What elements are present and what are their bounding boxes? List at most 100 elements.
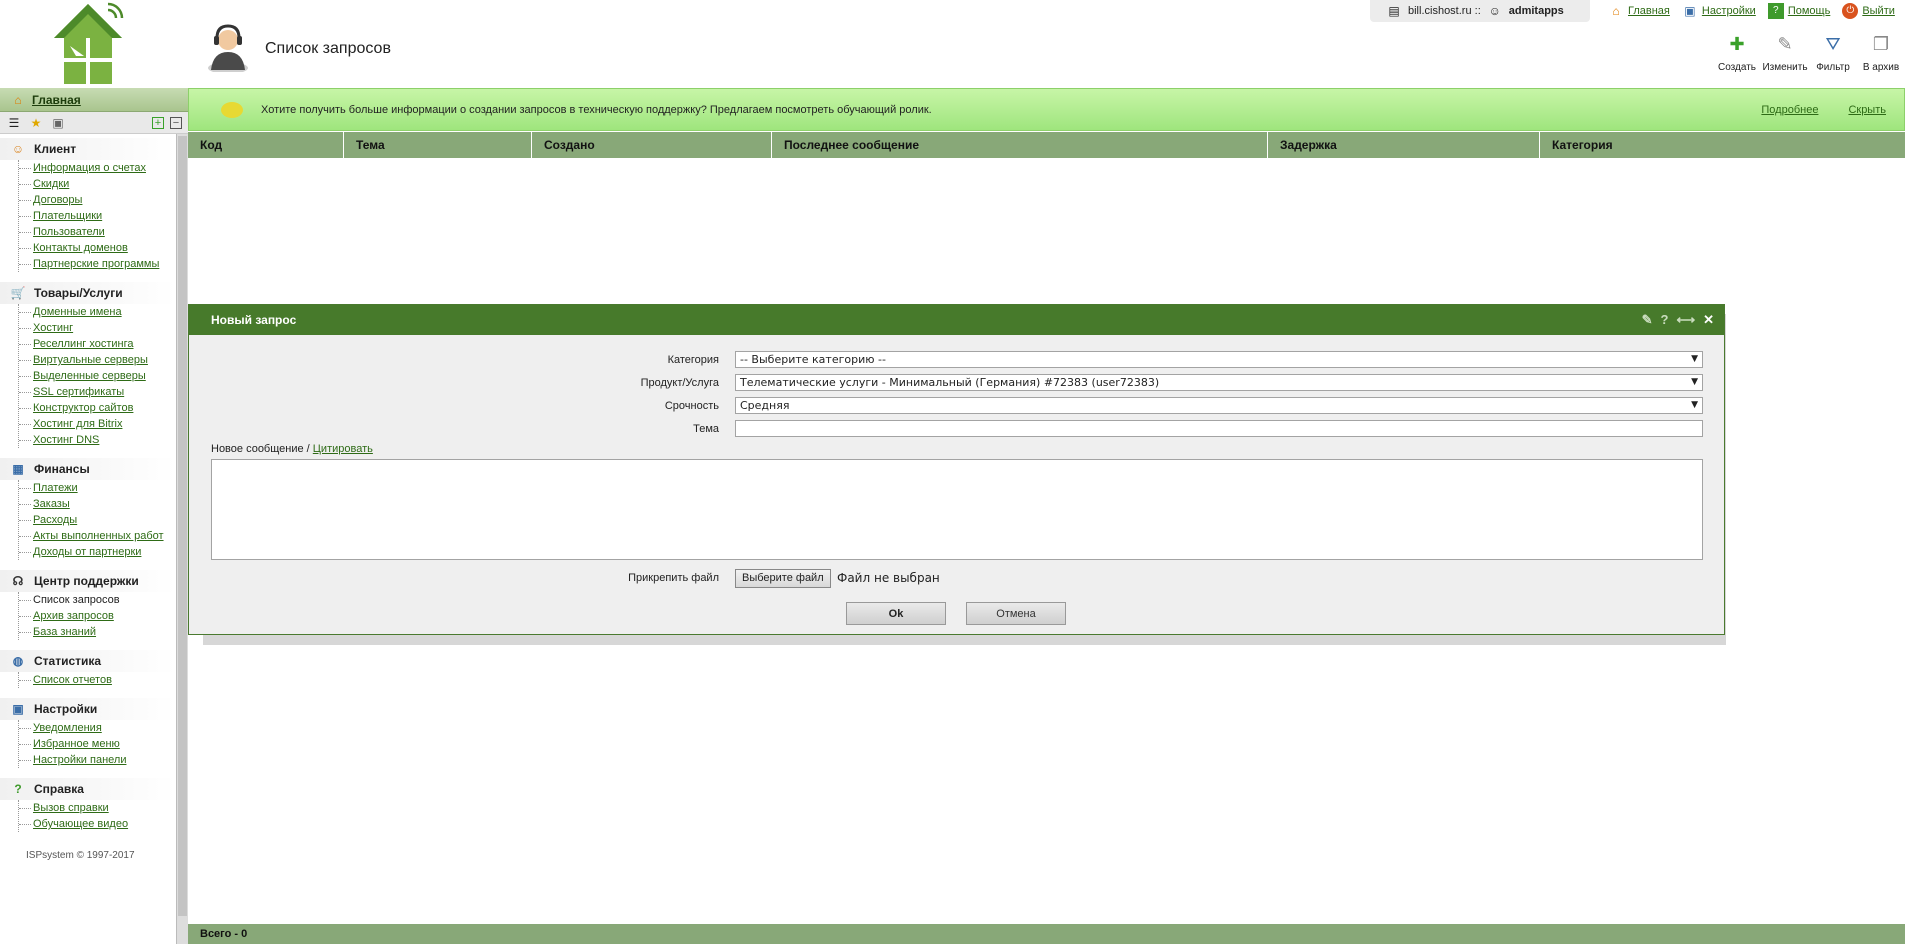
close-icon[interactable]: ✕ <box>1703 312 1714 328</box>
column-subject[interactable]: Тема <box>344 132 532 158</box>
sidebar-item[interactable]: SSL сертификаты <box>19 384 176 400</box>
info-hide-link[interactable]: Скрыть <box>1848 104 1886 116</box>
sidebar-item[interactable]: Скидки <box>19 176 176 192</box>
sidebar-item[interactable]: Реселлинг хостинга <box>19 336 176 352</box>
pin-icon[interactable]: ✎ <box>1642 312 1653 328</box>
quote-link[interactable]: Цитировать <box>313 443 373 455</box>
sidebar: ⌂ Главная ☰ ★ ▣ + − ☺ Клиент Информация о … <box>0 88 188 944</box>
sidebar-home-link[interactable]: Главная <box>32 93 81 107</box>
sidebar-section-header[interactable]: ▣ Настройки <box>0 698 176 720</box>
sidebar-menu: ☺ Клиент Информация о счетах Скидки Договоры… <box>0 138 176 842</box>
filter-button[interactable]: ⛛ Фильтр <box>1809 35 1857 73</box>
sidebar-item[interactable]: Информация о счетах <box>19 160 176 176</box>
collapse-all-icon[interactable]: − <box>170 116 182 129</box>
sidebar-item[interactable]: Плательщики <box>19 208 176 224</box>
sidebar-item[interactable]: Договоры <box>19 192 176 208</box>
column-last-message[interactable]: Последнее сообщение <box>772 132 1268 158</box>
info-bar: Хотите получить больше информации о созд… <box>188 88 1905 131</box>
subject-row: Тема <box>189 420 1724 438</box>
star-icon[interactable]: ★ <box>28 115 44 131</box>
support-operator-icon <box>208 24 248 72</box>
sidebar-item[interactable]: Выделенные серверы <box>19 368 176 384</box>
top-link-logout[interactable]: ⏻ Выйти <box>1842 3 1895 19</box>
category-select[interactable]: -- Выберите категорию -- ▼ <box>735 351 1703 368</box>
urgency-label: Срочность <box>664 400 719 412</box>
sidebar-section-title: Товары/Услуги <box>34 286 123 300</box>
create-button[interactable]: ✚ Создать <box>1713 35 1761 73</box>
column-delay[interactable]: Задержка <box>1268 132 1540 158</box>
sidebar-section: 🛒 Товары/Услуги Доменные имена Хостинг Ресел… <box>0 282 176 448</box>
expand-all-icon[interactable]: + <box>152 116 164 129</box>
briefcase-icon[interactable]: ▣ <box>50 115 66 131</box>
info-message: Хотите получить больше информации о созд… <box>261 103 932 116</box>
sidebar-item[interactable]: Заказы <box>19 496 176 512</box>
toolbar: ✚ Создать ✎ Изменить ⛛ Фильтр ❐ В архив <box>1713 34 1905 73</box>
column-code[interactable]: Код <box>188 132 344 158</box>
sidebar-item[interactable]: Партнерские программы <box>19 256 176 272</box>
sidebar-section-title: Настройки <box>34 702 98 716</box>
home-icon: ⌂ <box>1612 4 1620 18</box>
speech-bubble-icon <box>221 101 243 118</box>
message-label: Новое сообщение / <box>211 443 310 455</box>
scrollbar-thumb[interactable] <box>178 136 187 916</box>
column-created[interactable]: Создано <box>532 132 772 158</box>
edit-button[interactable]: ✎ Изменить <box>1761 34 1809 73</box>
dialog-titlebar[interactable]: Новый запрос ✎ ? ⟷ ✕ <box>189 305 1724 335</box>
sidebar-section-header[interactable]: ☺ Клиент <box>0 138 176 160</box>
sidebar-item[interactable]: Архив запросов <box>19 608 176 624</box>
attach-file-label: Прикрепить файл <box>628 572 719 584</box>
finance-icon: ▦ <box>12 462 24 476</box>
sidebar-item[interactable]: Хостинг <box>19 320 176 336</box>
sidebar-item[interactable]: Контакты доменов <box>19 240 176 256</box>
top-link-help[interactable]: ? Помощь <box>1767 3 1830 19</box>
top-link-home[interactable]: ⌂ Главная <box>1608 3 1670 19</box>
sidebar-item[interactable]: Уведомления <box>19 720 176 736</box>
sidebar-section-header[interactable]: ▦ Финансы <box>0 458 176 480</box>
dialog-title: Новый запрос <box>211 313 297 327</box>
sidebar-item[interactable]: Список отчетов <box>19 672 176 688</box>
sidebar-item[interactable]: Платежи <box>19 480 176 496</box>
sidebar-scrollbar[interactable] <box>176 134 188 944</box>
sidebar-item[interactable]: Список запросов <box>19 592 176 608</box>
sidebar-section-header[interactable]: ◍ Статистика <box>0 650 176 672</box>
page-title: Список запросов <box>265 40 391 57</box>
ok-button[interactable]: Ok <box>846 602 946 625</box>
sidebar-item[interactable]: Хостинг для Bitrix <box>19 416 176 432</box>
sidebar-section-header[interactable]: 🛒 Товары/Услуги <box>0 282 176 304</box>
product-select[interactable]: Телематические услуги - Минимальный (Гер… <box>735 374 1703 391</box>
subject-input[interactable] <box>735 420 1703 437</box>
sidebar-item[interactable]: Настройки панели <box>19 752 176 768</box>
sidebar-items: Вызов справки Обучающее видео <box>18 800 176 832</box>
choose-file-button[interactable]: Выберите файл <box>735 569 831 588</box>
sidebar-home[interactable]: ⌂ Главная <box>0 88 188 112</box>
sidebar-item[interactable]: Конструктор сайтов <box>19 400 176 416</box>
sidebar-item[interactable]: Доходы от партнерки <box>19 544 176 560</box>
archive-button[interactable]: ❐ В архив <box>1857 35 1905 73</box>
sidebar-item[interactable]: Доменные имена <box>19 304 176 320</box>
message-textarea[interactable] <box>211 459 1703 560</box>
sidebar-section: ▦ Финансы Платежи Заказы Расходы Акты выполне… <box>0 458 176 560</box>
sidebar-section-header[interactable]: ☊ Центр поддержки <box>0 570 176 592</box>
sidebar-item[interactable]: Акты выполненных работ <box>19 528 176 544</box>
column-category[interactable]: Категория <box>1540 132 1905 158</box>
sidebar-item[interactable]: Пользователи <box>19 224 176 240</box>
sidebar-item[interactable]: Хостинг DNS <box>19 432 176 448</box>
globe-icon: ◍ <box>12 654 24 668</box>
sidebar-item[interactable]: Виртуальные серверы <box>19 352 176 368</box>
info-more-link[interactable]: Подробнее <box>1761 104 1818 116</box>
sidebar-item[interactable]: Обучающее видео <box>19 816 176 832</box>
subject-label: Тема <box>693 423 719 435</box>
sidebar-item[interactable]: Расходы <box>19 512 176 528</box>
menu-icon[interactable]: ☰ <box>6 115 22 131</box>
help-icon[interactable]: ? <box>1661 312 1669 328</box>
maximize-icon[interactable]: ⟷ <box>1676 312 1695 328</box>
sidebar-item[interactable]: Вызов справки <box>19 800 176 816</box>
urgency-row: Срочность Средняя ▼ <box>189 397 1724 415</box>
top-link-settings[interactable]: ▣ Настройки <box>1682 3 1756 19</box>
cancel-button[interactable]: Отмена <box>966 602 1066 625</box>
sidebar-item[interactable]: Избранное меню <box>19 736 176 752</box>
sidebar-item[interactable]: База знаний <box>19 624 176 640</box>
urgency-select[interactable]: Средняя ▼ <box>735 397 1703 414</box>
sidebar-section-header[interactable]: ? Справка <box>0 778 176 800</box>
edit-icon: ✎ <box>1777 34 1793 54</box>
